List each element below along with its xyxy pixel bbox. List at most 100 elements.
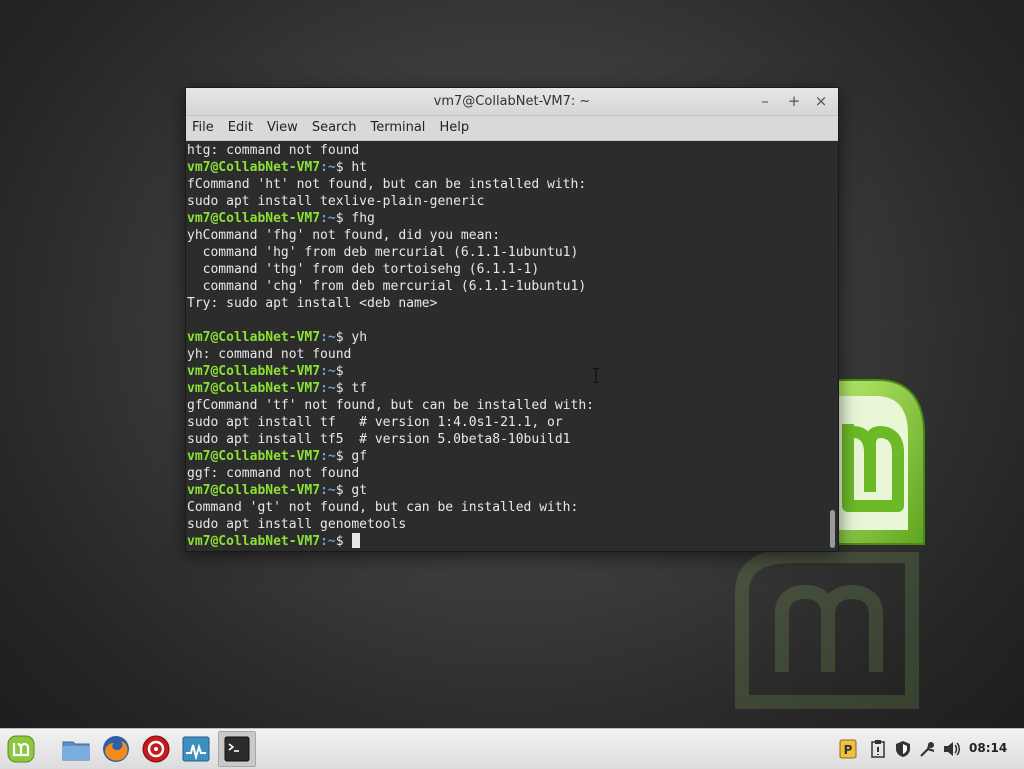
prompt-line: vm7@CollabNet-VM7:~$ tf — [186, 380, 826, 397]
title-bar[interactable]: vm7@CollabNet-VM7: ~ – + × — [186, 88, 838, 116]
parcellite-icon[interactable]: P — [838, 739, 858, 759]
output-line: command 'hg' from deb mercurial (6.1.1-1… — [186, 244, 826, 261]
prompt-sign: $ — [335, 160, 344, 175]
prompt-line: vm7@CollabNet-VM7:~$ yh — [186, 329, 826, 346]
firefox-icon[interactable] — [100, 733, 132, 765]
command-text: gt — [343, 483, 368, 498]
prompt-user: vm7@CollabNet-VM7 — [187, 330, 321, 345]
output-text: fCommand 'ht' not found, but can be inst… — [187, 177, 587, 192]
prompt-line: vm7@CollabNet-VM7:~$ — [186, 363, 826, 380]
svg-text:P: P — [844, 743, 853, 757]
terminal-icon — [224, 736, 250, 762]
scrollbar-thumb[interactable] — [830, 510, 835, 548]
output-text: gfCommand 'tf' not found, but can be ins… — [187, 398, 594, 413]
prompt-sign: $ — [335, 330, 344, 345]
linux-mint-logo-reflection — [735, 552, 919, 709]
system-monitor-icon[interactable] — [180, 733, 212, 765]
output-line: sudo apt install genometools — [186, 516, 826, 533]
output-text: ggf: command not found — [187, 466, 360, 481]
prompt-sign: $ — [335, 381, 344, 396]
volume-icon[interactable] — [942, 739, 962, 759]
output-text: yhCommand 'fhg' not found, did you mean: — [187, 228, 501, 243]
prompt-line: vm7@CollabNet-VM7:~$ gt — [186, 482, 826, 499]
prompt-line: vm7@CollabNet-VM7:~$ — [186, 533, 826, 550]
output-text: command 'hg' from deb mercurial (6.1.1-1… — [187, 245, 579, 260]
prompt-user: vm7@CollabNet-VM7 — [187, 211, 321, 226]
output-text: Command 'gt' not found, but can be insta… — [187, 500, 579, 515]
prompt-sign: $ — [335, 534, 344, 549]
clipboard-icon[interactable] — [868, 739, 888, 759]
output-text: Try: sudo apt install <deb name> — [187, 296, 438, 311]
command-text: tf — [343, 381, 368, 396]
terminal-output[interactable]: htg: command not found vm7@CollabNet-VM7:… — [186, 141, 826, 551]
menu-help[interactable]: Help — [432, 116, 476, 140]
window-title: vm7@CollabNet-VM7: ~ — [433, 94, 591, 109]
menu-file[interactable]: File — [186, 116, 221, 140]
output-line: Try: sudo apt install <deb name> — [186, 295, 826, 312]
prompt-sign: $ — [335, 364, 344, 379]
prompt-sign: $ — [335, 211, 344, 226]
maximize-button[interactable]: + — [785, 92, 803, 110]
output-line: sudo apt install texlive-plain-generic — [186, 193, 826, 210]
output-line: gfCommand 'tf' not found, but can be ins… — [186, 397, 826, 414]
network-icon[interactable] — [918, 739, 938, 759]
menu-terminal[interactable]: Terminal — [363, 116, 432, 140]
command-text: fhg — [343, 211, 375, 226]
output-line: sudo apt install tf # version 1:4.0s1-21… — [186, 414, 826, 431]
prompt-path: :~ — [320, 211, 336, 226]
output-line: yhCommand 'fhg' not found, did you mean: — [186, 227, 826, 244]
output-line: fCommand 'ht' not found, but can be inst… — [186, 176, 826, 193]
prompt-line: vm7@CollabNet-VM7:~$ ht — [186, 159, 826, 176]
prompt-path: :~ — [320, 534, 336, 549]
output-text: sudo apt install texlive-plain-generic — [187, 194, 485, 209]
prompt-path: :~ — [320, 381, 336, 396]
prompt-path: :~ — [320, 449, 336, 464]
output-text: htg: command not found — [187, 143, 360, 158]
command-text: ht — [343, 160, 368, 175]
taskbar: P 08:14 — [0, 728, 1024, 769]
files-icon[interactable] — [60, 733, 92, 765]
command-text: gf — [343, 449, 368, 464]
text-cursor-icon — [593, 368, 599, 383]
output-line: yh: command not found — [186, 346, 826, 363]
output-line: ggf: command not found — [186, 465, 826, 482]
output-text: yh: command not found — [187, 347, 352, 362]
menu-search[interactable]: Search — [305, 116, 364, 140]
minimize-button[interactable]: – — [756, 92, 774, 110]
prompt-user: vm7@CollabNet-VM7 — [187, 160, 321, 175]
command-text — [344, 534, 352, 549]
prompt-line: vm7@CollabNet-VM7:~$ gf — [186, 448, 826, 465]
terminal-cursor — [352, 533, 361, 548]
output-text: sudo apt install tf5 # version 5.0beta8-… — [187, 432, 571, 447]
prompt-path: :~ — [320, 160, 336, 175]
terminal-task-button[interactable] — [218, 731, 256, 767]
prompt-line: vm7@CollabNet-VM7:~$ fhg — [186, 210, 826, 227]
output-text: command 'thg' from deb tortoisehg (6.1.1… — [187, 262, 540, 277]
output-text: sudo apt install tf # version 1:4.0s1-21… — [187, 415, 563, 430]
output-line: command 'thg' from deb tortoisehg (6.1.1… — [186, 261, 826, 278]
prompt-user: vm7@CollabNet-VM7 — [187, 449, 321, 464]
prompt-user: vm7@CollabNet-VM7 — [187, 364, 321, 379]
prompt-path: :~ — [320, 330, 336, 345]
close-button[interactable]: × — [812, 92, 830, 110]
menu-edit[interactable]: Edit — [221, 116, 260, 140]
terminal-window[interactable]: vm7@CollabNet-VM7: ~ – + × File Edit Vie… — [185, 87, 839, 552]
command-text: yh — [343, 330, 368, 345]
shield-icon[interactable] — [893, 739, 913, 759]
media-icon[interactable] — [140, 733, 172, 765]
menu-bar: File Edit View Search Terminal Help — [186, 116, 838, 141]
clock[interactable]: 08:14 — [969, 741, 1007, 755]
output-line: Command 'gt' not found, but can be insta… — [186, 499, 826, 516]
menu-view[interactable]: View — [260, 116, 305, 140]
output-text: command 'chg' from deb mercurial (6.1.1-… — [187, 279, 587, 294]
prompt-sign: $ — [335, 483, 344, 498]
prompt-user: vm7@CollabNet-VM7 — [187, 534, 321, 549]
output-line: command 'chg' from deb mercurial (6.1.1-… — [186, 278, 826, 295]
prompt-user: vm7@CollabNet-VM7 — [187, 381, 321, 396]
output-line: htg: command not found — [186, 142, 826, 159]
prompt-sign: $ — [335, 449, 344, 464]
output-line: sudo apt install tf5 # version 5.0beta8-… — [186, 431, 826, 448]
mint-menu-icon[interactable] — [5, 733, 37, 765]
terminal-scrollbar[interactable] — [827, 141, 837, 550]
